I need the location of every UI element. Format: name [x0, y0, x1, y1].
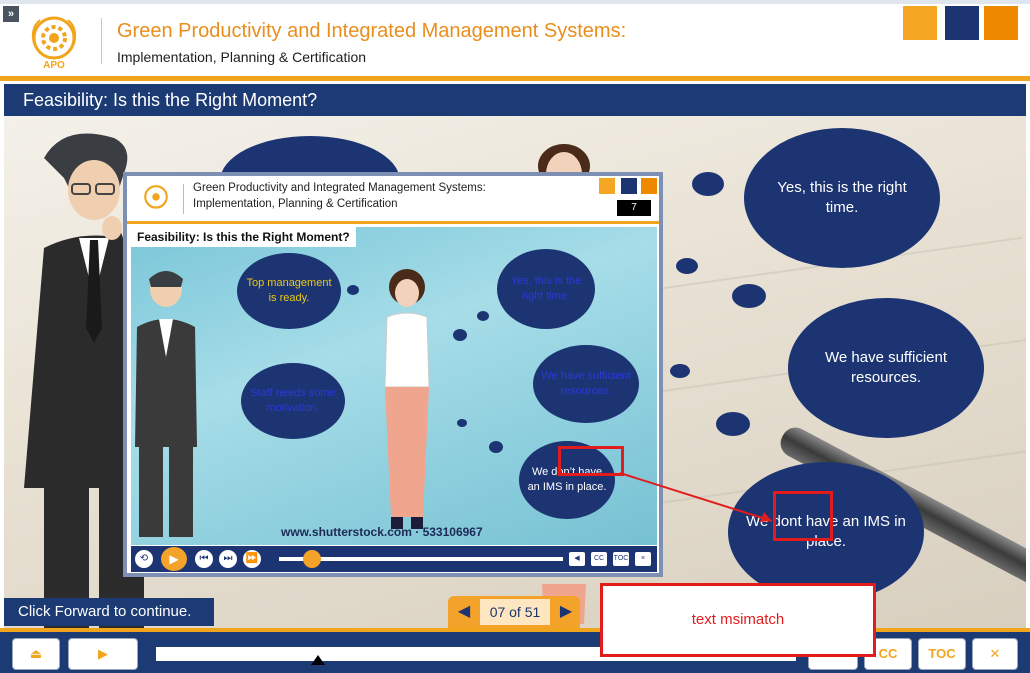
slide-counter: 07 of 51	[480, 599, 550, 625]
inner-cloud-right-time: Yes, this is the right time.	[497, 249, 595, 329]
inner-header-divider	[183, 184, 184, 214]
inner-forward-icon: ⏩	[243, 550, 261, 568]
inner-thought-dot	[347, 285, 359, 295]
inner-progress-track	[279, 557, 563, 561]
inner-cc-button: CC	[591, 552, 607, 566]
inner-woman-character	[384, 269, 430, 529]
collapse-menu-button[interactable]: »	[3, 6, 19, 22]
click-forward-prompt: Click Forward to continue.	[4, 598, 214, 626]
inner-header-rule	[127, 221, 659, 224]
thought-cloud-resources: We have sufficient resources.	[788, 298, 984, 438]
inner-thought-dot	[489, 441, 503, 453]
thought-bubble-dot	[676, 258, 698, 274]
toc-button[interactable]: TOC	[918, 638, 966, 670]
inner-square-blue	[621, 178, 637, 194]
inner-cloud-resources: We have sufficient resources.	[533, 345, 639, 423]
inner-slide-number: 7	[617, 200, 651, 216]
course-subtitle: Implementation, Planning & Certification	[117, 49, 367, 65]
inner-prev-icon: ⏮	[195, 550, 213, 568]
thought-bubble-dot	[732, 284, 766, 308]
close-button[interactable]: ✕	[972, 638, 1018, 670]
inner-progress-thumb	[303, 550, 321, 568]
inner-player-controls: ⟲ ▶ ⏮ ⏭ ⏩ ◀ CC TOC ×	[131, 546, 657, 572]
inner-slide-title: Feasibility: Is this the Right Moment?	[131, 227, 356, 247]
embedded-screenshot: Green Productivity and Integrated Manage…	[123, 172, 663, 577]
prev-slide-button[interactable]: ◀	[454, 601, 474, 623]
logo-text: APO	[43, 60, 65, 70]
thought-bubble-dot	[692, 172, 724, 196]
thought-bubble-dot	[716, 412, 750, 436]
inner-apo-logo	[144, 185, 168, 209]
mismatch-highlight-inner	[558, 446, 624, 476]
inner-slide-stage: Feasibility: Is this the Right Moment? T…	[131, 227, 657, 545]
inner-man-character	[135, 271, 197, 537]
inner-next-icon: ⏭	[219, 550, 237, 568]
thought-cloud-right-time: Yes, this is the right time.	[744, 128, 940, 268]
inner-cloud-top-management: Top management is ready.	[237, 253, 341, 329]
apo-logo: APO	[31, 16, 77, 70]
inner-play-icon: ▶	[161, 547, 187, 571]
inner-thought-dot	[457, 419, 467, 427]
inner-watermark: www.shutterstock.com · 533106967	[281, 525, 483, 539]
brand-square-dark-orange	[984, 6, 1018, 40]
inner-course-title: Green Productivity and Integrated Manage…	[193, 182, 486, 194]
inner-square-dark-orange	[641, 178, 657, 194]
brand-square-orange	[903, 6, 937, 40]
course-title: Green Productivity and Integrated Manage…	[117, 20, 627, 42]
inner-course-subtitle: Implementation, Planning & Certification	[193, 198, 398, 210]
slide-title: Feasibility: Is this the Right Moment?	[4, 84, 1026, 116]
inner-replay-icon: ⟲	[135, 550, 153, 568]
next-slide-button[interactable]: ▶	[556, 601, 576, 623]
play-button[interactable]: ▶	[68, 638, 138, 670]
progress-marker[interactable]	[311, 655, 325, 665]
mismatch-annotation-label: text msimatch	[600, 583, 876, 657]
inner-thought-dot	[453, 329, 467, 341]
inner-thought-dot	[477, 311, 489, 321]
thought-bubble-dot	[670, 364, 690, 378]
inner-toc-button: TOC	[613, 552, 629, 566]
mismatch-highlight-outer	[773, 491, 833, 541]
header-rule	[0, 76, 1030, 81]
exit-button[interactable]: ⏏	[12, 638, 60, 670]
inner-volume-icon: ◀	[569, 552, 585, 566]
inner-cloud-staff: Staff needs some motivation.	[241, 363, 345, 439]
inner-square-orange	[599, 178, 615, 194]
inner-close-button: ×	[635, 552, 651, 566]
brand-square-blue	[945, 6, 979, 40]
header-divider	[101, 18, 102, 64]
